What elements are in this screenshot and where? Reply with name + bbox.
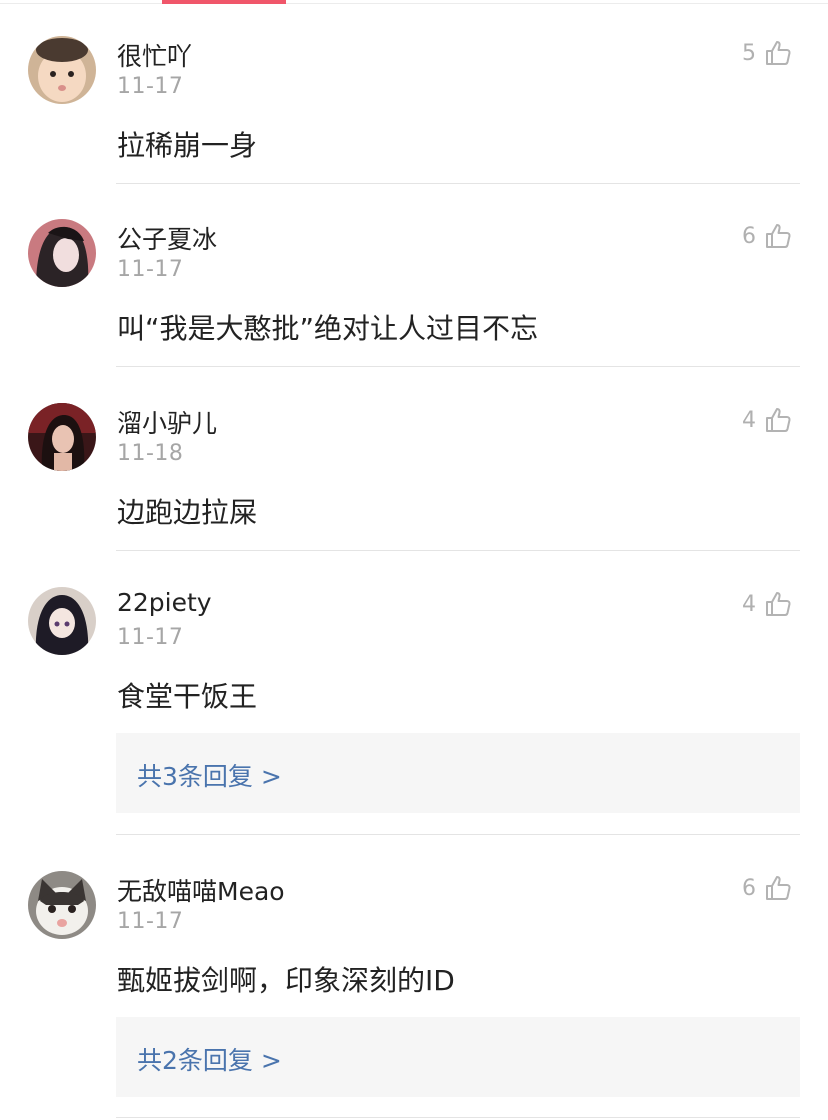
thumbs-up-icon[interactable] (764, 406, 792, 434)
like-button[interactable]: 4 (742, 587, 792, 621)
comment-date: 11-17 (117, 909, 184, 934)
comment-text: 边跑边拉屎 (117, 496, 258, 529)
comment-date: 11-17 (117, 257, 184, 282)
active-tab-indicator (162, 0, 286, 4)
comment-username[interactable]: 无敌喵喵Meao (117, 872, 285, 908)
like-button[interactable]: 5 (742, 36, 792, 70)
like-count: 5 (742, 40, 756, 66)
thumbs-up-icon[interactable] (764, 222, 792, 250)
comment-username[interactable]: 22piety (117, 588, 212, 617)
tab-bar-divider (0, 3, 828, 4)
comment-username[interactable]: 溜小驴儿 (117, 404, 217, 440)
anime-girl-avatar[interactable] (28, 587, 96, 655)
comment-divider (116, 834, 800, 835)
comment-list-page: 很忙吖 11-17 5 拉稀崩一身 公子夏冰 11-17 6 叫“我是大憨批”绝… (0, 0, 828, 1120)
comment-text: 拉稀崩一身 (117, 129, 258, 162)
comment-date: 11-17 (117, 625, 184, 650)
comment-divider (116, 550, 800, 551)
comment-username[interactable]: 公子夏冰 (117, 220, 217, 256)
comment-text: 食堂干饭王 (117, 680, 258, 713)
like-count: 6 (742, 223, 756, 249)
thumbs-up-icon[interactable] (764, 590, 792, 618)
like-button[interactable]: 6 (742, 871, 792, 905)
comment-date: 11-18 (117, 441, 184, 466)
comment-divider (116, 366, 800, 367)
view-replies-button[interactable]: 共3条回复 > (116, 733, 800, 813)
anime-man-avatar[interactable] (28, 219, 96, 287)
cat-avatar[interactable] (28, 871, 96, 939)
comment-username[interactable]: 很忙吖 (117, 37, 192, 73)
comment-divider (116, 183, 800, 184)
view-replies-link[interactable]: 共2条回复 > (137, 1041, 282, 1077)
view-replies-button[interactable]: 共2条回复 > (116, 1017, 800, 1097)
baby-face-avatar[interactable] (28, 36, 96, 104)
thumbs-up-icon[interactable] (764, 39, 792, 67)
like-count: 6 (742, 875, 756, 901)
comment-text: 叫“我是大憨批”绝对让人过目不忘 (117, 312, 539, 345)
like-button[interactable]: 6 (742, 219, 792, 253)
like-count: 4 (742, 591, 756, 617)
comment-divider (116, 1117, 800, 1118)
like-count: 4 (742, 407, 756, 433)
like-button[interactable]: 4 (742, 403, 792, 437)
woman-portrait-avatar[interactable] (28, 403, 96, 471)
thumbs-up-icon[interactable] (764, 874, 792, 902)
comment-text: 甄姬拔剑啊，印象深刻的ID (117, 964, 455, 997)
comment-date: 11-17 (117, 74, 184, 99)
view-replies-link[interactable]: 共3条回复 > (137, 757, 282, 793)
